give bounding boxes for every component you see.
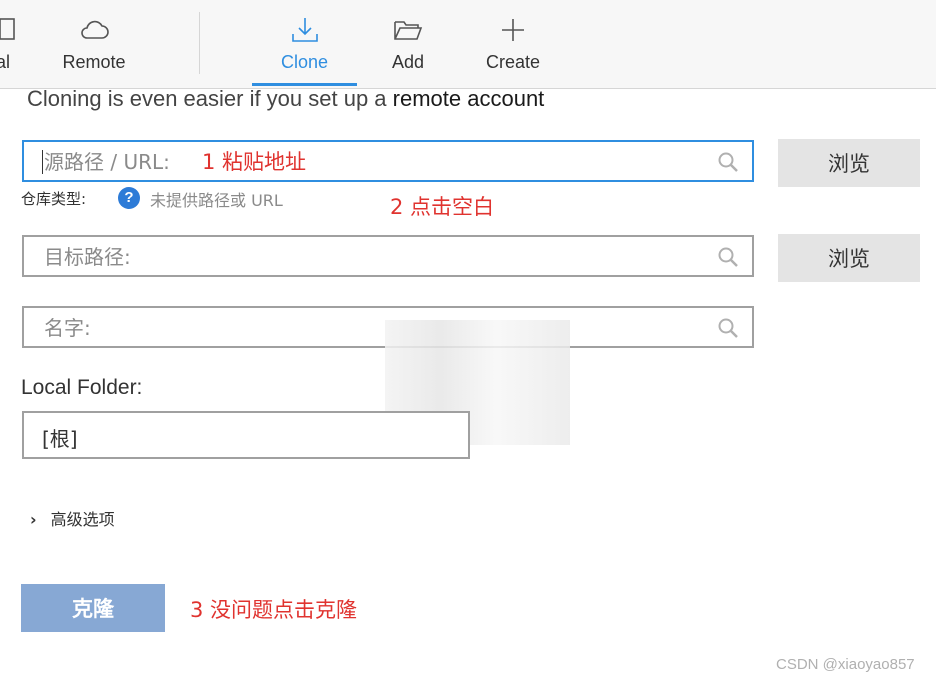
local-icon: [0, 18, 15, 40]
tab-local[interactable]: al: [0, 0, 20, 88]
tab-clone[interactable]: Clone: [252, 0, 357, 88]
target-path-input[interactable]: [42, 237, 686, 277]
tab-add[interactable]: Add: [375, 0, 441, 88]
tab-remote[interactable]: Remote: [54, 0, 134, 88]
clone-button[interactable]: 克隆: [21, 584, 165, 632]
repo-type-label: 仓库类型:: [21, 190, 87, 208]
tab-clone-label: Clone: [280, 52, 329, 72]
toolbar-separator: [199, 12, 200, 74]
browse-source-button[interactable]: 浏览: [778, 139, 920, 187]
tab-remote-label: Remote: [62, 52, 126, 72]
tab-local-label: al: [0, 52, 11, 72]
advanced-options-toggle[interactable]: › 高级选项: [30, 506, 115, 530]
remote-account-hint: Cloning is even easier if you set up a r…: [27, 86, 544, 112]
local-folder-label: Local Folder:: [21, 376, 143, 399]
browse-target-button[interactable]: 浏览: [778, 234, 920, 282]
annotation-step3: 3 没问题点击克隆: [190, 598, 358, 622]
tab-add-label: Add: [391, 52, 425, 72]
download-icon: [291, 18, 318, 42]
advanced-options-label: 高级选项: [50, 510, 115, 529]
source-path-input[interactable]: [42, 142, 686, 182]
annotation-step2: 2 点击空白: [390, 195, 495, 219]
toolbar: al Remote Clone Add Create: [0, 0, 936, 89]
name-input[interactable]: [42, 308, 686, 348]
source-path-field[interactable]: [22, 140, 754, 182]
tab-create[interactable]: Create: [475, 0, 551, 88]
hint-text: Cloning is even easier if you set up a: [27, 86, 393, 111]
annotation-step1: 1 粘贴地址: [202, 150, 307, 174]
remote-account-link[interactable]: remote account: [393, 86, 545, 111]
folder-open-icon: [394, 21, 423, 40]
search-icon[interactable]: [716, 245, 740, 269]
chevron-right-icon: ›: [30, 510, 37, 529]
question-icon[interactable]: ?: [118, 187, 140, 209]
cloud-icon: [81, 20, 109, 39]
search-icon[interactable]: [716, 150, 740, 174]
watermark: CSDN @xiaoyao857: [776, 656, 915, 673]
plus-icon: [502, 19, 524, 41]
target-path-field[interactable]: [22, 235, 754, 277]
search-icon[interactable]: [716, 316, 740, 340]
tab-create-label: Create: [485, 52, 541, 72]
repo-type-status: 未提供路径或 URL: [150, 191, 283, 210]
local-folder-value: [根]: [42, 427, 78, 451]
local-folder-select[interactable]: [根]: [22, 411, 470, 459]
